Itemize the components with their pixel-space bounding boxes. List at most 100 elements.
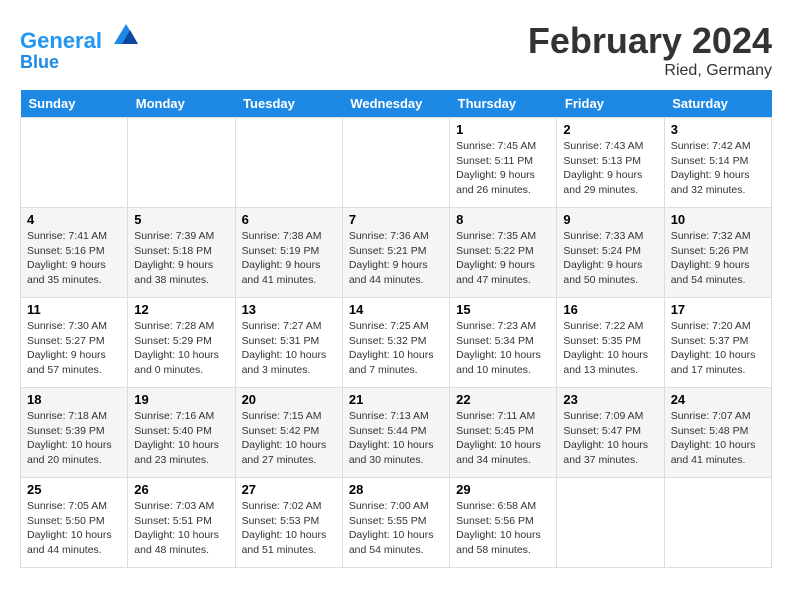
- calendar-cell: [664, 478, 771, 568]
- day-number: 27: [242, 482, 336, 497]
- day-number: 10: [671, 212, 765, 227]
- calendar-cell: 6Sunrise: 7:38 AMSunset: 5:19 PMDaylight…: [235, 208, 342, 298]
- calendar-cell: 28 Sunrise: 7:00 AMSunset: 5:55 PMDayligh…: [342, 478, 449, 568]
- logo-icon: [112, 20, 140, 48]
- title-block: February 2024 Ried, Germany: [528, 20, 772, 80]
- week-row-3: 11 Sunrise: 7:30 AMSunset: 5:27 PMDayligh…: [21, 298, 772, 388]
- day-info: Sunrise: 7:43 AMSunset: 5:13 PMDaylight:…: [563, 139, 657, 198]
- day-number: 12: [134, 302, 228, 317]
- calendar-cell: 14 Sunrise: 7:25 AMSunset: 5:32 PMDayligh…: [342, 298, 449, 388]
- location: Ried, Germany: [528, 62, 772, 80]
- day-number: 22: [456, 392, 550, 407]
- day-number: 15: [456, 302, 550, 317]
- day-info: Sunrise: 7:25 AMSunset: 5:32 PMDaylight:…: [349, 319, 443, 378]
- calendar-cell: 29Sunrise: 6:58 AMSunset: 5:56 PMDayligh…: [450, 478, 557, 568]
- day-info: Sunrise: 7:05 AMSunset: 5:50 PMDaylight:…: [27, 499, 121, 558]
- calendar-cell: 22 Sunrise: 7:11 AMSunset: 5:45 PMDayligh…: [450, 388, 557, 478]
- day-number: 11: [27, 302, 121, 317]
- day-info: Sunrise: 7:03 AMSunset: 5:51 PMDaylight:…: [134, 499, 228, 558]
- day-number: 19: [134, 392, 228, 407]
- day-info: Sunrise: 7:30 AMSunset: 5:27 PMDaylight:…: [27, 319, 121, 378]
- day-number: 7: [349, 212, 443, 227]
- calendar-cell: 25Sunrise: 7:05 AMSunset: 5:50 PMDayligh…: [21, 478, 128, 568]
- weekday-header-sunday: Sunday: [21, 90, 128, 118]
- day-info: Sunrise: 7:20 AMSunset: 5:37 PMDaylight:…: [671, 319, 765, 378]
- day-number: 5: [134, 212, 228, 227]
- day-info: Sunrise: 7:42 AMSunset: 5:14 PMDaylight:…: [671, 139, 765, 198]
- weekday-header-wednesday: Wednesday: [342, 90, 449, 118]
- day-number: 14: [349, 302, 443, 317]
- calendar-cell: 5 Sunrise: 7:39 AMSunset: 5:18 PMDaylight…: [128, 208, 235, 298]
- logo: General Blue: [20, 20, 140, 73]
- calendar-cell: 4 Sunrise: 7:41 AMSunset: 5:16 PMDaylight…: [21, 208, 128, 298]
- calendar-table: SundayMondayTuesdayWednesdayThursdayFrid…: [20, 90, 772, 568]
- weekday-header-friday: Friday: [557, 90, 664, 118]
- calendar-cell: [557, 478, 664, 568]
- day-number: 6: [242, 212, 336, 227]
- day-number: 3: [671, 122, 765, 137]
- calendar-cell: 19 Sunrise: 7:16 AMSunset: 5:40 PMDayligh…: [128, 388, 235, 478]
- calendar-cell: [342, 118, 449, 208]
- day-info: Sunrise: 7:39 AMSunset: 5:18 PMDaylight:…: [134, 229, 228, 288]
- calendar-cell: 16Sunrise: 7:22 AMSunset: 5:35 PMDayligh…: [557, 298, 664, 388]
- day-info: Sunrise: 7:22 AMSunset: 5:35 PMDaylight:…: [563, 319, 657, 378]
- calendar-cell: 1 Sunrise: 7:45 AMSunset: 5:11 PMDaylight…: [450, 118, 557, 208]
- calendar-cell: 17 Sunrise: 7:20 AMSunset: 5:37 PMDayligh…: [664, 298, 771, 388]
- calendar-cell: 24 Sunrise: 7:07 AMSunset: 5:48 PMDayligh…: [664, 388, 771, 478]
- day-number: 4: [27, 212, 121, 227]
- calendar-cell: 9Sunrise: 7:33 AMSunset: 5:24 PMDaylight…: [557, 208, 664, 298]
- calendar-cell: 15 Sunrise: 7:23 AMSunset: 5:34 PMDayligh…: [450, 298, 557, 388]
- page-header: General Blue February 2024 Ried, Germany: [20, 20, 772, 80]
- weekday-header-monday: Monday: [128, 90, 235, 118]
- day-info: Sunrise: 7:45 AMSunset: 5:11 PMDaylight:…: [456, 139, 550, 198]
- calendar-cell: 7Sunrise: 7:36 AMSunset: 5:21 PMDaylight…: [342, 208, 449, 298]
- day-info: Sunrise: 7:28 AMSunset: 5:29 PMDaylight:…: [134, 319, 228, 378]
- day-number: 29: [456, 482, 550, 497]
- week-row-1: 1 Sunrise: 7:45 AMSunset: 5:11 PMDaylight…: [21, 118, 772, 208]
- day-number: 26: [134, 482, 228, 497]
- calendar-cell: 27 Sunrise: 7:02 AMSunset: 5:53 PMDayligh…: [235, 478, 342, 568]
- weekday-header-tuesday: Tuesday: [235, 90, 342, 118]
- month-title: February 2024: [528, 20, 772, 62]
- day-info: Sunrise: 7:13 AMSunset: 5:44 PMDaylight:…: [349, 409, 443, 468]
- logo-text: General: [20, 20, 140, 53]
- calendar-cell: 23 Sunrise: 7:09 AMSunset: 5:47 PMDayligh…: [557, 388, 664, 478]
- day-info: Sunrise: 7:35 AMSunset: 5:22 PMDaylight:…: [456, 229, 550, 288]
- day-info: Sunrise: 7:09 AMSunset: 5:47 PMDaylight:…: [563, 409, 657, 468]
- day-info: Sunrise: 7:23 AMSunset: 5:34 PMDaylight:…: [456, 319, 550, 378]
- week-row-4: 18Sunrise: 7:18 AMSunset: 5:39 PMDayligh…: [21, 388, 772, 478]
- weekday-header-row: SundayMondayTuesdayWednesdayThursdayFrid…: [21, 90, 772, 118]
- calendar-cell: 13Sunrise: 7:27 AMSunset: 5:31 PMDayligh…: [235, 298, 342, 388]
- day-number: 23: [563, 392, 657, 407]
- day-number: 28: [349, 482, 443, 497]
- day-info: Sunrise: 7:00 AMSunset: 5:55 PMDaylight:…: [349, 499, 443, 558]
- day-info: Sunrise: 7:11 AMSunset: 5:45 PMDaylight:…: [456, 409, 550, 468]
- day-info: Sunrise: 7:27 AMSunset: 5:31 PMDaylight:…: [242, 319, 336, 378]
- calendar-cell: 8Sunrise: 7:35 AMSunset: 5:22 PMDaylight…: [450, 208, 557, 298]
- day-info: Sunrise: 7:15 AMSunset: 5:42 PMDaylight:…: [242, 409, 336, 468]
- calendar-cell: 2 Sunrise: 7:43 AMSunset: 5:13 PMDaylight…: [557, 118, 664, 208]
- day-info: Sunrise: 7:41 AMSunset: 5:16 PMDaylight:…: [27, 229, 121, 288]
- logo-general: General: [20, 28, 102, 53]
- day-info: Sunrise: 7:07 AMSunset: 5:48 PMDaylight:…: [671, 409, 765, 468]
- calendar-cell: [128, 118, 235, 208]
- day-number: 2: [563, 122, 657, 137]
- calendar-cell: [235, 118, 342, 208]
- week-row-2: 4 Sunrise: 7:41 AMSunset: 5:16 PMDaylight…: [21, 208, 772, 298]
- logo-blue: Blue: [20, 53, 140, 73]
- day-number: 1: [456, 122, 550, 137]
- weekday-header-thursday: Thursday: [450, 90, 557, 118]
- day-info: Sunrise: 7:02 AMSunset: 5:53 PMDaylight:…: [242, 499, 336, 558]
- day-number: 24: [671, 392, 765, 407]
- calendar-cell: 12 Sunrise: 7:28 AMSunset: 5:29 PMDayligh…: [128, 298, 235, 388]
- day-number: 21: [349, 392, 443, 407]
- calendar-cell: 26 Sunrise: 7:03 AMSunset: 5:51 PMDayligh…: [128, 478, 235, 568]
- day-number: 17: [671, 302, 765, 317]
- day-number: 20: [242, 392, 336, 407]
- day-info: Sunrise: 7:16 AMSunset: 5:40 PMDaylight:…: [134, 409, 228, 468]
- day-info: Sunrise: 7:32 AMSunset: 5:26 PMDaylight:…: [671, 229, 765, 288]
- calendar-cell: 11 Sunrise: 7:30 AMSunset: 5:27 PMDayligh…: [21, 298, 128, 388]
- day-number: 18: [27, 392, 121, 407]
- day-info: Sunrise: 7:33 AMSunset: 5:24 PMDaylight:…: [563, 229, 657, 288]
- calendar-cell: 3 Sunrise: 7:42 AMSunset: 5:14 PMDaylight…: [664, 118, 771, 208]
